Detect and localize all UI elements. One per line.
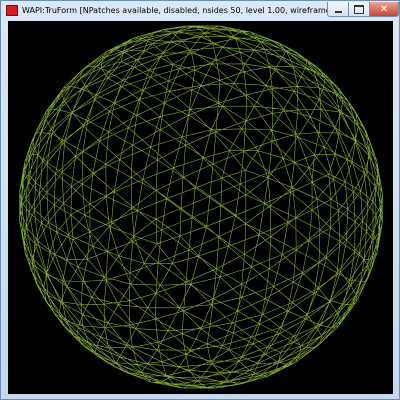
close-button[interactable]: ✕ xyxy=(369,2,399,17)
app-icon[interactable] xyxy=(6,5,18,16)
minimize-button[interactable] xyxy=(327,2,349,17)
render-viewport[interactable] xyxy=(8,21,393,394)
wireframe-sphere xyxy=(19,25,383,389)
app-window: WAPI:TruForm [NPatches available, disabl… xyxy=(0,0,400,400)
close-icon: ✕ xyxy=(379,3,389,15)
maximize-button[interactable] xyxy=(348,2,370,17)
title-bar[interactable]: WAPI:TruForm [NPatches available, disabl… xyxy=(1,1,399,21)
maximize-icon xyxy=(354,4,364,14)
wire-mesh xyxy=(19,25,383,389)
minimize-icon xyxy=(334,10,342,13)
